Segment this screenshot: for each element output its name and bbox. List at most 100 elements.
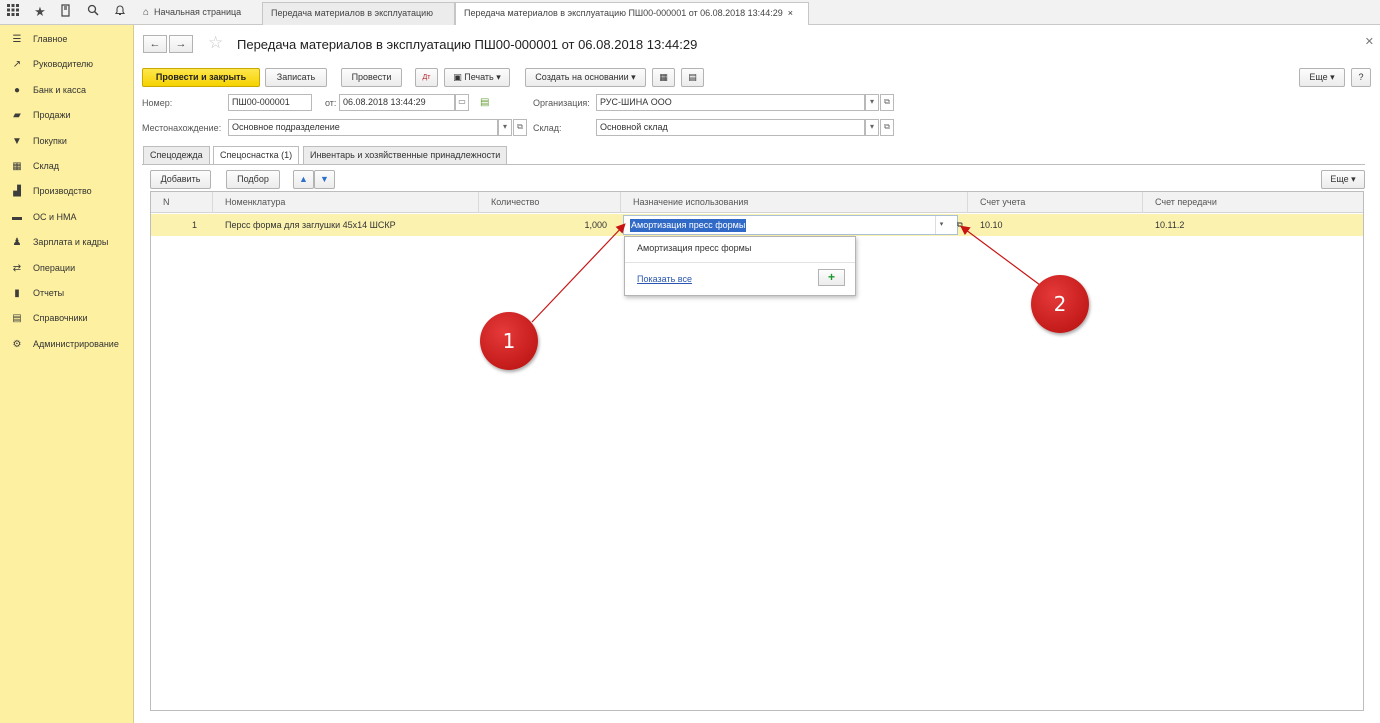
column-header-transfer-account[interactable]: Счет передачи: [1143, 192, 1363, 213]
location-field[interactable]: Основное подразделение: [228, 119, 498, 136]
location-dropdown-icon[interactable]: ▾: [498, 119, 512, 136]
create-based-on-button[interactable]: Создать на основании ▾: [525, 68, 646, 87]
list-icon[interactable]: ▤: [681, 68, 704, 87]
purpose-selected-text: Амортизация пресс формы: [630, 219, 747, 232]
sidebar-item-manager[interactable]: ↗ Руководителю: [10, 56, 93, 72]
location-open-icon[interactable]: ⧉: [513, 119, 527, 136]
warehouse-icon: ▦: [12, 160, 22, 172]
gear-icon: ⚙: [12, 338, 22, 350]
column-header-account[interactable]: Счет учета: [968, 192, 1143, 213]
table-header: N Номенклатура Количество Назначение исп…: [151, 192, 1363, 213]
history-icon[interactable]: [58, 4, 74, 20]
operations-icon: ⇄: [12, 262, 22, 274]
create-new-button[interactable]: +: [818, 269, 845, 286]
favorite-star-icon[interactable]: ☆: [208, 33, 223, 53]
sidebar-item-label: Отчеты: [33, 288, 65, 298]
column-header-nomenclature[interactable]: Номенклатура: [213, 192, 479, 213]
more-button[interactable]: Еще ▾: [1299, 68, 1345, 87]
back-button[interactable]: ←: [143, 35, 167, 53]
tab-inventory[interactable]: Инвентарь и хозяйственные принадлежности: [303, 146, 508, 164]
sidebar-item-production[interactable]: ▟ Производство: [10, 183, 92, 199]
number-label: Номер:: [142, 98, 173, 108]
tab-special-tooling[interactable]: Спецоснастка (1): [213, 146, 300, 165]
sidebar-item-warehouse[interactable]: ▦ Склад: [10, 158, 59, 174]
sidebar-item-purchases[interactable]: ▼ Покупки: [10, 133, 67, 149]
sidebar-item-payroll[interactable]: ♟ Зарплата и кадры: [10, 234, 109, 250]
apps-grid-icon[interactable]: [5, 4, 21, 20]
document-form: ← → ☆ Передача материалов в эксплуатацию…: [134, 25, 1380, 723]
help-button[interactable]: ?: [1351, 68, 1371, 87]
sidebar-item-bank[interactable]: ● Банк и касса: [10, 82, 86, 98]
number-field[interactable]: ПШ00-000001: [228, 94, 312, 111]
sidebar-item-operations[interactable]: ⇄ Операции: [10, 260, 75, 276]
tab-transfer-list-label: Передача материалов в эксплуатацию: [271, 8, 433, 18]
column-header-quantity[interactable]: Количество: [479, 192, 621, 213]
search-icon[interactable]: [85, 4, 101, 20]
tab-close-icon[interactable]: ×: [788, 8, 793, 18]
add-row-button[interactable]: Добавить: [150, 170, 211, 189]
sidebar-item-admin[interactable]: ⚙ Администрирование: [10, 336, 119, 352]
favorites-star-icon[interactable]: ★: [32, 4, 48, 20]
warehouse-field[interactable]: Основной склад: [596, 119, 865, 136]
organization-field[interactable]: РУС-ШИНА ООО: [596, 94, 865, 111]
purpose-dropdown-icon[interactable]: ▾: [935, 216, 947, 234]
date-field[interactable]: 06.08.2018 13:44:29: [339, 94, 455, 111]
row-account[interactable]: 10.10: [980, 214, 1003, 236]
sidebar-item-reports[interactable]: ▮ Отчеты: [10, 285, 64, 301]
warehouse-open-icon[interactable]: ⧉: [880, 119, 894, 136]
move-up-icon[interactable]: ▲: [293, 170, 314, 189]
save-button[interactable]: Записать: [265, 68, 327, 87]
dropdown-option[interactable]: Амортизация пресс формы: [637, 243, 751, 253]
organization-open-icon[interactable]: ⧉: [880, 94, 894, 111]
location-label: Местонахождение:: [142, 123, 222, 133]
move-down-icon[interactable]: ▼: [314, 170, 335, 189]
tab-home[interactable]: ⌂ Начальная страница: [143, 2, 249, 25]
calendar-icon[interactable]: ▭: [455, 94, 469, 111]
book-icon: ▤: [12, 312, 22, 324]
date-label: от:: [325, 98, 337, 108]
column-header-purpose[interactable]: Назначение использования: [621, 192, 968, 213]
purpose-input[interactable]: Амортизация пресс формы ▾: [623, 215, 958, 235]
structure-icon[interactable]: ▦: [652, 68, 675, 87]
table-row[interactable]: 1 Персс форма для заглушки 45х14 ШСКР 1,…: [151, 214, 1363, 236]
table-more-label: Еще: [1330, 174, 1349, 184]
post-and-close-button[interactable]: Провести и закрыть: [142, 68, 260, 87]
warehouse-dropdown-icon[interactable]: ▾: [865, 119, 879, 136]
page-title: Передача материалов в эксплуатацию ПШ00-…: [237, 37, 698, 52]
print-button[interactable]: ▣ Печать ▾: [444, 68, 510, 87]
notifications-bell-icon[interactable]: [112, 4, 128, 20]
sidebar-item-assets[interactable]: ▬ ОС и НМА: [10, 209, 77, 225]
row-transfer-account[interactable]: 10.11.2: [1155, 214, 1184, 236]
menu-icon: ☰: [12, 33, 22, 45]
dt-kt-icon[interactable]: Дт: [415, 68, 438, 87]
sidebar: ☰ Главное ↗ Руководителю ● Банк и касса ▰ Пр…: [0, 25, 134, 723]
sidebar-item-sales[interactable]: ▰ Продажи: [10, 107, 70, 123]
tab-workwear[interactable]: Спецодежда: [143, 146, 210, 164]
organization-dropdown-icon[interactable]: ▾: [865, 94, 879, 111]
sidebar-item-label: Зарплата и кадры: [33, 237, 109, 247]
print-label: Печать: [464, 72, 494, 82]
dropdown-divider: [625, 262, 855, 263]
sidebar-item-label: Главное: [33, 34, 68, 44]
column-header-n[interactable]: N: [151, 192, 213, 213]
forward-button[interactable]: →: [169, 35, 193, 53]
purpose-open-icon[interactable]: ⧉: [957, 214, 963, 236]
warehouse-label: Склад:: [533, 123, 562, 133]
post-button[interactable]: Провести: [341, 68, 402, 87]
factory-icon: ▟: [13, 185, 21, 197]
row-nomenclature[interactable]: Персс форма для заглушки 45х14 ШСКР: [225, 214, 396, 236]
show-all-link[interactable]: Показать все: [637, 274, 692, 284]
tab-transfer-document[interactable]: Передача материалов в эксплуатацию ПШ00-…: [455, 2, 809, 26]
sidebar-item-references[interactable]: ▤ Справочники: [10, 310, 87, 326]
bag-icon: ▰: [13, 109, 21, 121]
pick-button[interactable]: Подбор: [226, 170, 280, 189]
sidebar-item-main[interactable]: ☰ Главное: [10, 31, 68, 47]
tab-transfer-list[interactable]: Передача материалов в эксплуатацию: [262, 2, 455, 25]
row-quantity[interactable]: 1,000: [479, 214, 607, 236]
table-more-button[interactable]: Еще ▾: [1321, 170, 1365, 189]
printer-icon: ▣: [453, 72, 465, 82]
date-picker-icon[interactable]: ▤: [480, 97, 489, 108]
tab-home-label: Начальная страница: [154, 7, 242, 17]
close-form-icon[interactable]: ✕: [1365, 35, 1374, 48]
sidebar-item-label: Покупки: [33, 136, 67, 146]
